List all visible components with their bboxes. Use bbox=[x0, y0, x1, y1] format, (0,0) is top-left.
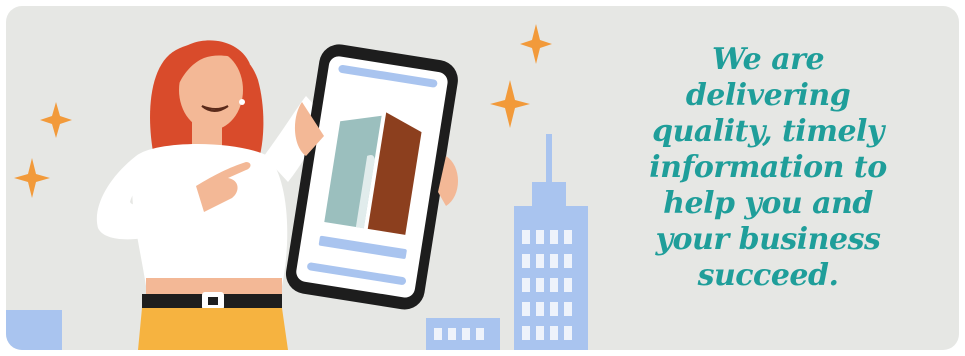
woman-illustration bbox=[96, 40, 326, 350]
headline-line: We are bbox=[711, 42, 825, 77]
headline-line: quality, timely bbox=[652, 114, 884, 149]
phone-illustration bbox=[285, 44, 458, 310]
headline-text: We are delivering quality, timely inform… bbox=[618, 42, 918, 294]
hero-banner: We are delivering quality, timely inform… bbox=[6, 6, 959, 350]
headline-line: your business bbox=[655, 222, 881, 257]
headline-line: delivering bbox=[685, 78, 851, 113]
headline-line: information to bbox=[649, 150, 887, 185]
headline-line: succeed. bbox=[697, 258, 839, 293]
headline-line: help you and bbox=[663, 186, 873, 221]
